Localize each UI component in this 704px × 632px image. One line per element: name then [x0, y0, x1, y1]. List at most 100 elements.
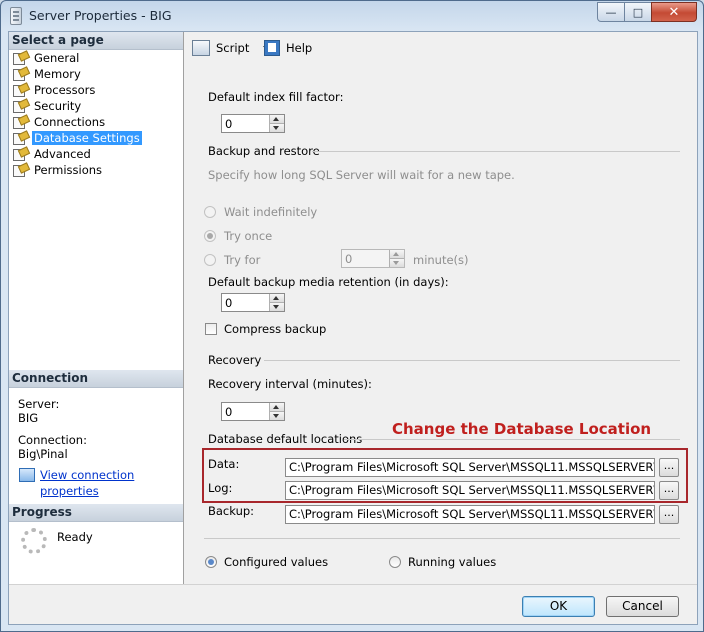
running-values-label: Running values — [408, 555, 497, 569]
stepper-down-icon[interactable] — [270, 411, 284, 420]
progress-spinner-icon — [21, 528, 47, 554]
running-values-radio[interactable] — [389, 556, 401, 568]
progress-status: Ready — [57, 530, 93, 544]
page-item-database-settings[interactable]: Database Settings — [9, 130, 183, 146]
try-for-stepper[interactable]: 0 — [341, 249, 405, 268]
connection-label: Connection: — [18, 433, 87, 447]
page-item-processors[interactable]: Processors — [9, 82, 183, 98]
log-path-input[interactable]: C:\Program Files\Microsoft SQL Server\MS… — [285, 481, 655, 500]
fill-factor-label: Default index fill factor: — [208, 90, 344, 104]
page-item-memory[interactable]: Memory — [9, 66, 183, 82]
page-item-permissions[interactable]: Permissions — [9, 162, 183, 178]
page-list: General Memory Processors Security Conne… — [9, 50, 183, 178]
data-label: Data: — [208, 457, 240, 471]
toolbar: Script Help — [184, 32, 697, 62]
log-label: Log: — [208, 481, 233, 495]
stepper-buttons — [269, 115, 284, 132]
backup-path-input[interactable]: C:\Program Files\Microsoft SQL Server\MS… — [285, 505, 655, 524]
page-item-label: Connections — [34, 115, 106, 129]
page-icon — [13, 148, 27, 161]
page-item-label: Memory — [34, 67, 81, 81]
window-controls: — □ ✕ — [597, 2, 697, 22]
stepper-down-icon[interactable] — [390, 258, 404, 267]
connection-section: Connection Server: BIG Connection: Big\P… — [9, 370, 183, 498]
recovery-interval-stepper[interactable]: 0 — [221, 402, 285, 421]
try-once-label: Try once — [224, 229, 273, 243]
maximize-button[interactable]: □ — [624, 2, 652, 22]
settings-pane: Script Help Default index fill factor: 0… — [184, 32, 697, 584]
maximize-icon: □ — [632, 5, 644, 19]
page-icon — [13, 52, 27, 65]
help-button[interactable]: Help — [264, 40, 312, 56]
stepper-up-icon[interactable] — [270, 294, 284, 302]
annotation-text: Change the Database Location — [392, 420, 652, 438]
dialog-client: Select a page General Memory Processors … — [8, 31, 698, 625]
values-divider — [204, 538, 680, 539]
left-pane: Select a page General Memory Processors … — [9, 32, 184, 584]
recovery-interval-value: 0 — [225, 405, 233, 419]
data-browse-button[interactable]: ... — [659, 458, 679, 477]
stepper-up-icon[interactable] — [390, 250, 404, 258]
data-path-input[interactable]: C:\Program Files\Microsoft SQL Server\MS… — [285, 458, 655, 477]
ok-button[interactable]: OK — [522, 596, 595, 617]
recovery-group-label: Recovery — [208, 353, 262, 367]
window-title: Server Properties - BIG — [29, 8, 172, 23]
locations-group-label: Database default locations — [208, 432, 363, 446]
progress-section: Progress Ready — [9, 504, 183, 554]
backup-browse-button[interactable]: ... — [659, 505, 679, 524]
page-icon — [13, 100, 27, 113]
try-for-value: 0 — [345, 252, 353, 266]
wait-indefinitely-radio[interactable] — [204, 206, 216, 218]
retention-stepper[interactable]: 0 — [221, 293, 285, 312]
page-item-label: Security — [34, 99, 82, 113]
try-for-radio[interactable] — [204, 254, 216, 266]
try-for-label: Try for — [224, 253, 261, 267]
page-item-advanced[interactable]: Advanced — [9, 146, 183, 162]
log-browse-button[interactable]: ... — [659, 481, 679, 500]
page-item-connections[interactable]: Connections — [9, 114, 183, 130]
minimize-button[interactable]: — — [597, 2, 625, 22]
view-connection-properties-link[interactable]: View connection properties — [9, 467, 183, 498]
page-item-general[interactable]: General — [9, 50, 183, 66]
connection-value: Big\Pinal — [18, 447, 68, 461]
page-icon — [13, 68, 27, 81]
server-value: BIG — [18, 411, 39, 425]
compress-backup-checkbox[interactable] — [205, 323, 217, 335]
title-bar[interactable]: Server Properties - BIG — □ ✕ — [1, 1, 703, 31]
server-properties-window: Server Properties - BIG — □ ✕ Select a p… — [0, 0, 704, 632]
minimize-icon: — — [605, 5, 617, 19]
cancel-button[interactable]: Cancel — [606, 596, 679, 617]
page-item-security[interactable]: Security — [9, 98, 183, 114]
stepper-up-icon[interactable] — [270, 115, 284, 123]
server-icon — [10, 7, 22, 25]
backup-description: Specify how long SQL Server will wait fo… — [208, 168, 515, 182]
help-label: Help — [286, 41, 313, 55]
configured-values-label: Configured values — [224, 555, 329, 569]
page-item-label: General — [34, 51, 80, 65]
backup-label: Backup: — [208, 504, 255, 518]
script-icon — [192, 40, 210, 56]
recovery-group-divider — [264, 360, 680, 361]
try-once-radio[interactable] — [204, 230, 216, 242]
select-page-header: Select a page — [9, 32, 183, 50]
connection-header: Connection — [9, 370, 183, 388]
page-icon — [13, 116, 27, 129]
backup-group-label: Backup and restore — [208, 144, 320, 158]
wait-indefinitely-label: Wait indefinitely — [224, 205, 318, 219]
close-button[interactable]: ✕ — [651, 2, 697, 22]
page-icon — [13, 84, 27, 97]
stepper-down-icon[interactable] — [270, 123, 284, 132]
stepper-up-icon[interactable] — [270, 403, 284, 411]
page-item-label: Permissions — [34, 163, 103, 177]
stepper-buttons — [269, 403, 284, 420]
fill-factor-stepper[interactable]: 0 — [221, 114, 285, 133]
configured-values-radio[interactable] — [205, 556, 217, 568]
stepper-buttons — [269, 294, 284, 311]
retention-label: Default backup media retention (in days)… — [208, 275, 449, 289]
script-button[interactable]: Script — [192, 40, 272, 56]
connection-properties-icon — [19, 468, 35, 482]
stepper-down-icon[interactable] — [270, 302, 284, 311]
server-label: Server: — [18, 397, 60, 411]
page-icon — [13, 132, 27, 145]
minutes-label: minute(s) — [413, 253, 469, 267]
